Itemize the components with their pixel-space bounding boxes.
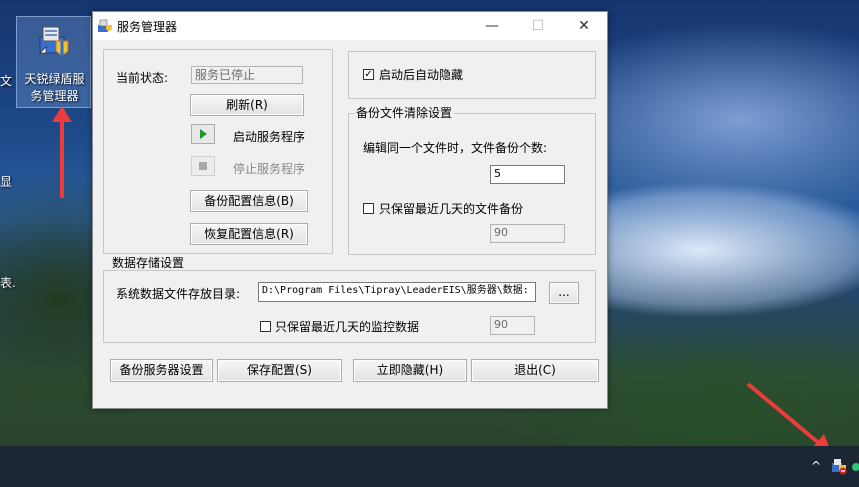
title-bar[interactable]: 服务管理器 — ☐ ✕ (93, 12, 607, 40)
minimize-icon: — (485, 18, 499, 34)
stop-service-label: 停止服务程序 (233, 162, 306, 176)
close-button[interactable]: ✕ (561, 12, 607, 40)
keep-monitor-days-checkbox[interactable] (260, 321, 271, 332)
start-service-label: 启动服务程序 (233, 130, 306, 144)
checkmark-icon: ✓ (364, 69, 373, 80)
chevron-up-icon[interactable]: ^ (808, 458, 824, 474)
start-service-button[interactable] (191, 124, 215, 144)
maximize-icon: ☐ (531, 18, 545, 34)
taskbar: ^ (0, 446, 859, 487)
minimize-button[interactable]: — (469, 12, 515, 40)
backup-count-label: 编辑同一个文件时，文件备份个数: (363, 141, 548, 155)
keep-days-backup-checkbox[interactable] (363, 203, 374, 214)
desktop-edge-text: 表. (0, 276, 16, 290)
status-label: 当前状态: (116, 71, 169, 85)
save-config-button[interactable]: 保存配置(S) (217, 359, 342, 382)
keep-days-backup-label: 只保留最近几天的文件备份 (379, 202, 524, 216)
data-storage-title: 数据存储设置 (110, 256, 187, 270)
hide-now-button[interactable]: 立即隐藏(H) (353, 359, 467, 382)
restore-config-button[interactable]: 恢复配置信息(R) (190, 223, 308, 245)
auto-hide-label: 启动后自动隐藏 (379, 68, 464, 82)
tray-status-dot-icon[interactable] (852, 463, 859, 471)
desktop-edge-text: 文 (0, 74, 13, 88)
browse-button[interactable]: ... (549, 282, 579, 304)
stop-service-button[interactable] (191, 156, 215, 176)
desktop-shortcut-service-manager[interactable]: 天锐绿盾服务管理器 (16, 16, 91, 108)
service-manager-tray-icon[interactable] (830, 457, 848, 475)
keep-monitor-days-label: 只保留最近几天的监控数据 (275, 320, 420, 334)
service-manager-icon (39, 26, 69, 56)
auto-hide-checkbox[interactable]: ✓ (363, 69, 374, 80)
play-icon (200, 129, 207, 139)
backup-cleanup-title: 备份文件清除设置 (354, 106, 455, 120)
red-arrow-annotation (52, 106, 72, 198)
close-icon: ✕ (578, 18, 590, 34)
app-icon (98, 19, 112, 32)
desktop-shortcut-label: 天锐绿盾服务管理器 (24, 72, 85, 103)
backup-count-input[interactable]: 5 (490, 165, 565, 184)
keep-days-backup-input[interactable]: 90 (490, 224, 565, 243)
window-title: 服务管理器 (117, 20, 178, 34)
data-dir-input[interactable]: D:\Program Files\Tipray\LeaderEIS\服务器\数据… (258, 282, 536, 302)
exit-button[interactable]: 退出(C) (471, 359, 599, 382)
maximize-button[interactable]: ☐ (515, 12, 561, 40)
refresh-button[interactable]: 刷新(R) (190, 94, 304, 116)
backup-config-button[interactable]: 备份配置信息(B) (190, 190, 308, 212)
status-field: 服务已停止 (191, 66, 303, 84)
desktop-edge-text: 显 (0, 175, 13, 189)
keep-monitor-days-input[interactable]: 90 (490, 316, 535, 335)
stop-icon (199, 162, 207, 170)
backup-server-settings-button[interactable]: 备份服务器设置 (110, 359, 213, 382)
red-arrow-annotation (746, 382, 832, 454)
service-manager-window: 服务管理器 — ☐ ✕ 当前状态: 服务已停止 刷新(R) 启动服务程序 停止服… (92, 11, 608, 409)
data-dir-label: 系统数据文件存放目录: (116, 287, 241, 301)
